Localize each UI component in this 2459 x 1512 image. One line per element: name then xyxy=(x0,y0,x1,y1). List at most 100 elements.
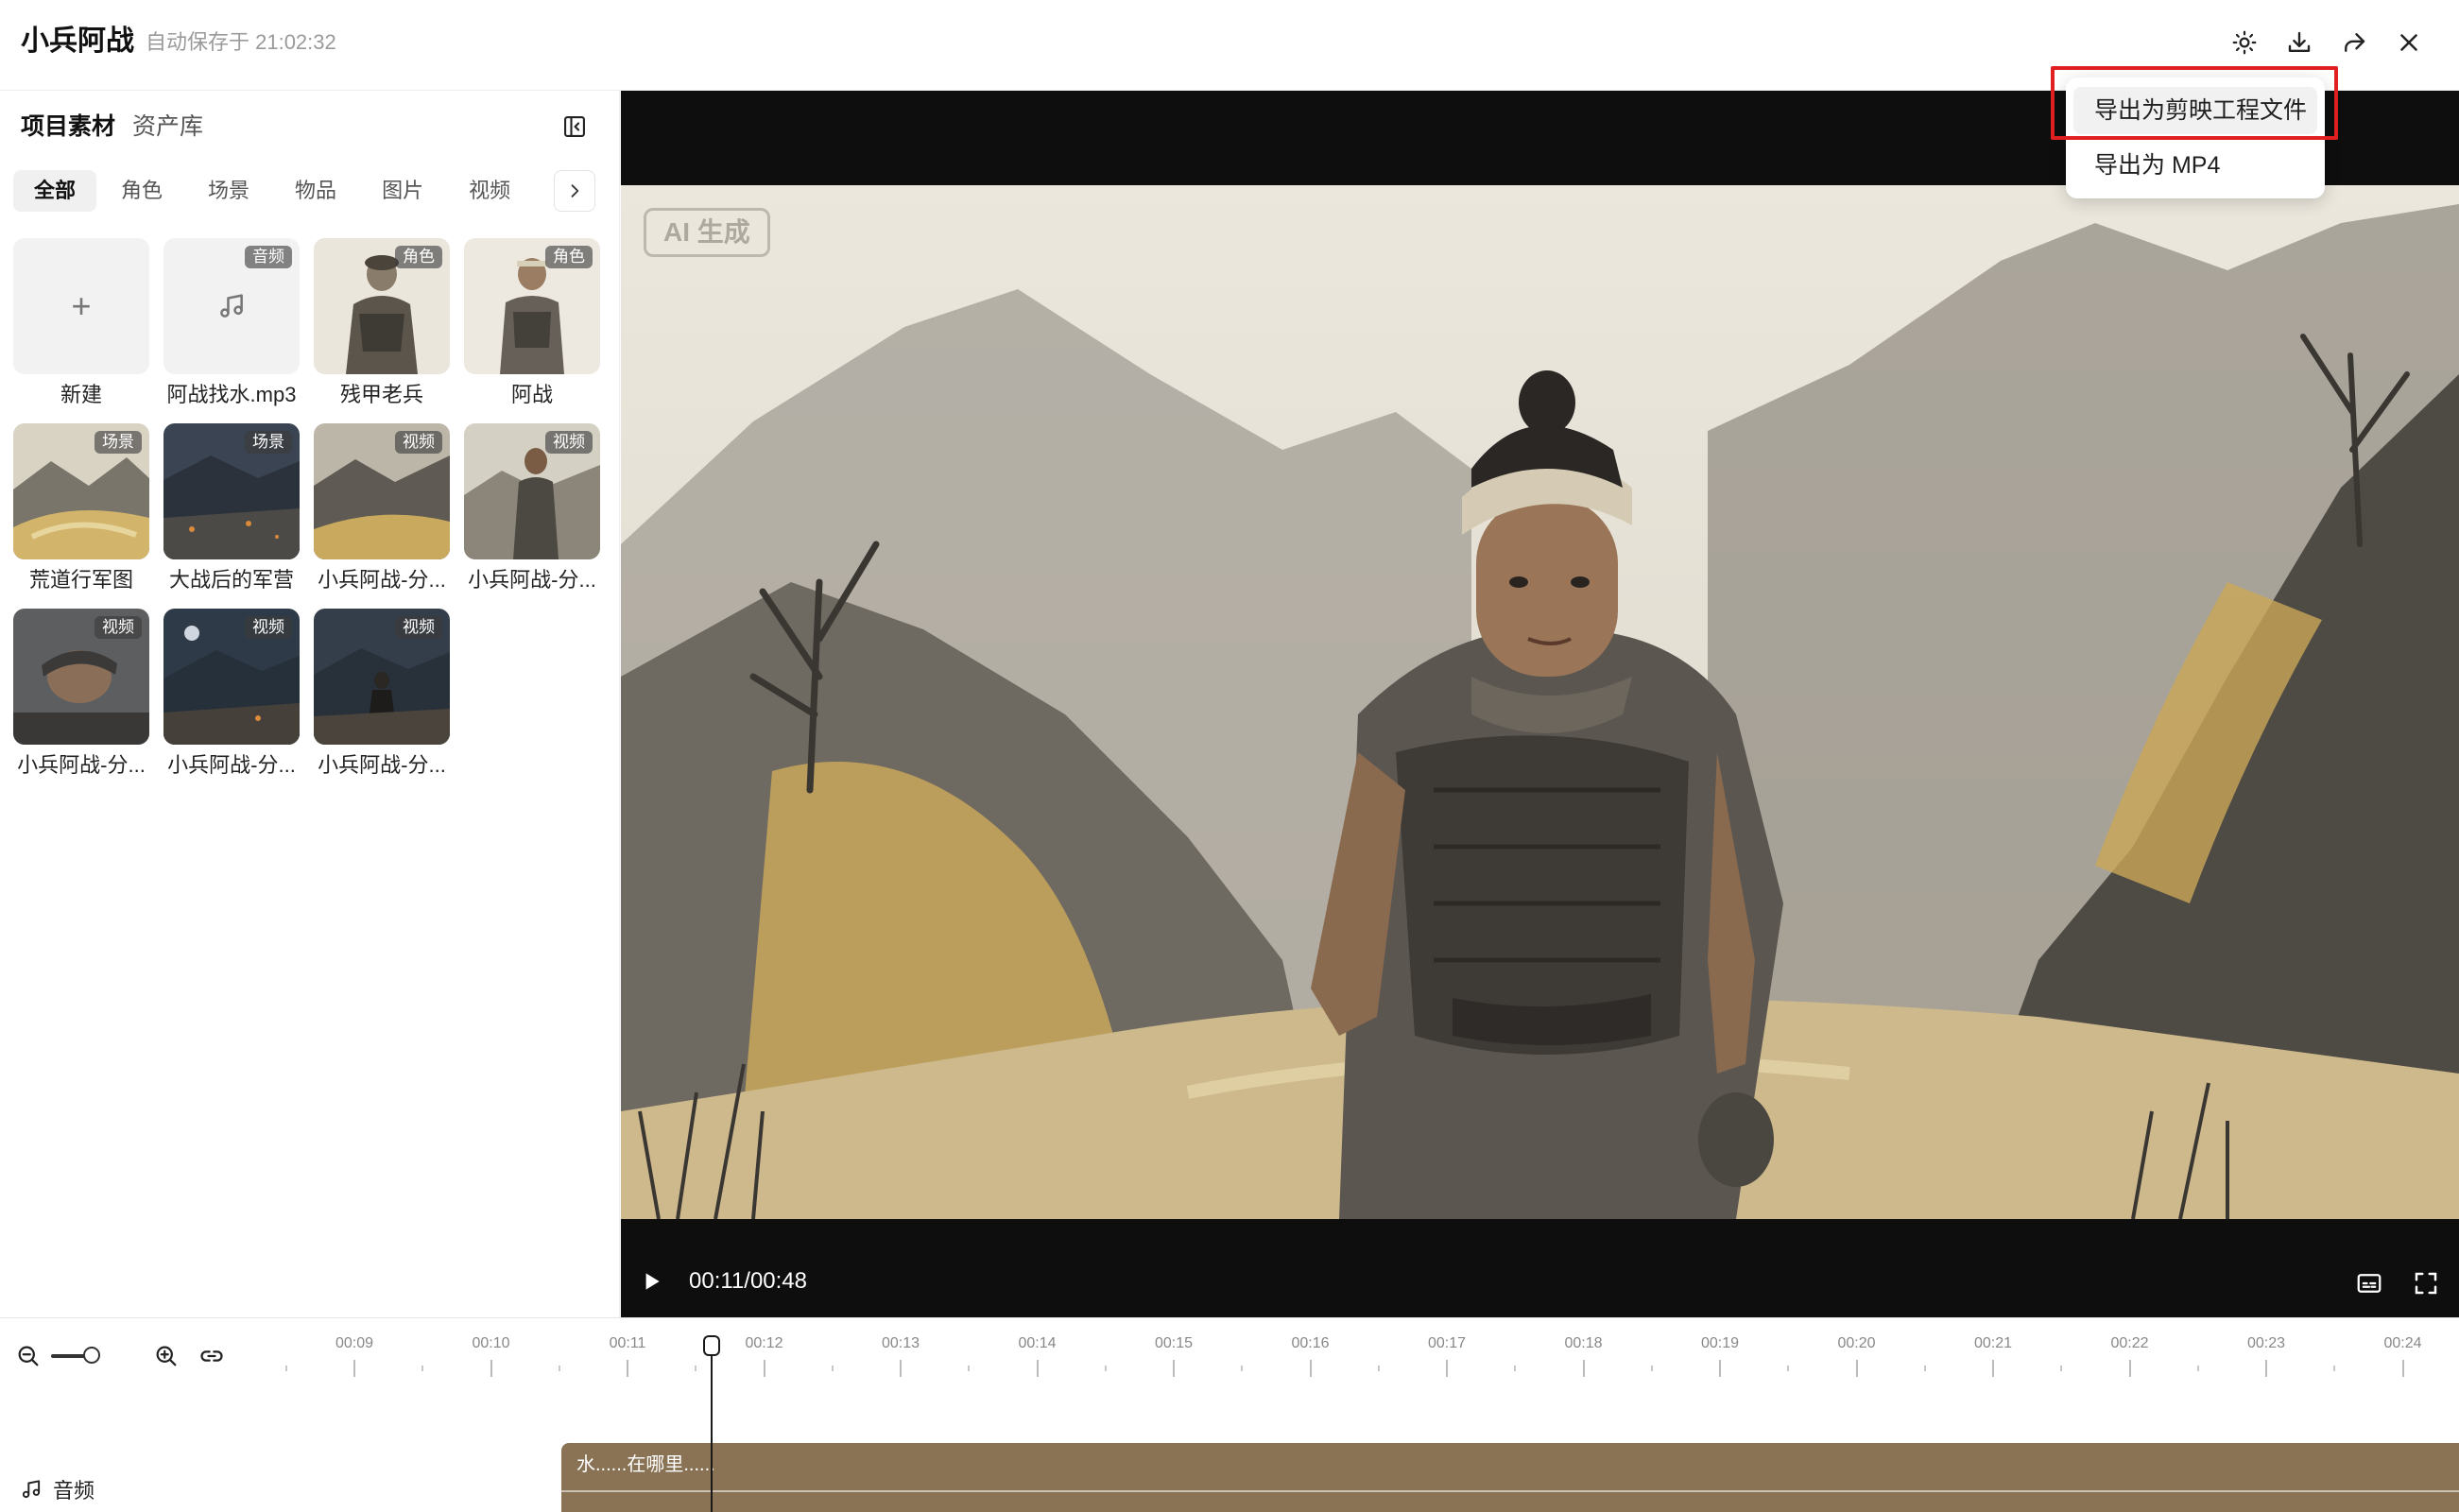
tick-mark xyxy=(1582,1360,1585,1377)
asset-label: 阿战 xyxy=(510,383,553,406)
asset-thumb: 视频 xyxy=(13,609,149,745)
tick-label: 00:10 xyxy=(472,1335,510,1351)
tick-label: 00:20 xyxy=(1837,1335,1876,1351)
asset-badge: 角色 xyxy=(395,246,442,268)
tick-mark xyxy=(763,1360,765,1377)
tick-label: 00:14 xyxy=(1018,1335,1057,1351)
asset-label: 小兵阿战-分... xyxy=(318,753,446,777)
link-icon[interactable] xyxy=(195,1339,229,1373)
video-frame[interactable]: AI 生成 xyxy=(621,185,2459,1219)
share-icon[interactable] xyxy=(2334,23,2374,62)
filter-character[interactable]: 角色 xyxy=(100,170,183,212)
tick-mark-minor xyxy=(1377,1366,1380,1371)
tick-label: 00:23 xyxy=(2246,1335,2286,1351)
tab-asset-library[interactable]: 资产库 xyxy=(132,108,203,146)
asset-label: 荒道行军图 xyxy=(28,568,133,592)
asset-label: 残甲老兵 xyxy=(339,383,423,406)
tick-mark xyxy=(627,1360,628,1377)
audio-clip-text: 水......在哪里...... xyxy=(576,1454,715,1475)
filter-all[interactable]: 全部 xyxy=(13,170,97,212)
asset-tile[interactable]: 场景 大战后的军营 xyxy=(163,423,300,593)
subtitles-icon[interactable] xyxy=(2350,1264,2388,1302)
asset-label: 大战后的军营 xyxy=(168,568,294,592)
player-controls: 00:11/00:48 xyxy=(621,1219,2459,1317)
export-dropdown: 导出为剪映工程文件 导出为 MP4 xyxy=(2066,77,2325,198)
asset-tile[interactable]: 视频 小兵阿战-分... xyxy=(163,609,300,779)
close-icon[interactable] xyxy=(2389,23,2429,62)
export-mp4-item[interactable]: 导出为 MP4 xyxy=(2073,142,2317,189)
tick-mark xyxy=(2265,1360,2267,1377)
tick-label: 00:17 xyxy=(1427,1335,1467,1351)
asset-badge: 场景 xyxy=(95,431,142,454)
asset-tile[interactable]: 音频 阿战找水.mp3 xyxy=(163,238,300,408)
tick-mark-minor xyxy=(421,1366,424,1371)
project-title: 小兵阿战 xyxy=(21,26,134,57)
asset-panel: 项目素材 资产库 全部 角色 场景 物品 图片 视频 + 新建 音频 阿战找水.… xyxy=(0,91,620,1319)
filter-image[interactable]: 图片 xyxy=(361,170,444,212)
asset-badge: 视频 xyxy=(95,616,142,639)
collapse-panel-icon[interactable] xyxy=(558,110,592,144)
audio-track-label: 音频 xyxy=(53,1479,95,1503)
asset-tile[interactable]: 角色 残甲老兵 xyxy=(314,238,450,408)
chevron-right-icon[interactable] xyxy=(554,170,595,212)
audio-clip[interactable]: 水......在哪里...... xyxy=(561,1443,2459,1512)
zoom-out-icon[interactable] xyxy=(11,1339,45,1373)
asset-tile[interactable]: 视频 小兵阿战-分... xyxy=(13,609,149,779)
playhead-handle[interactable] xyxy=(703,1335,720,1356)
tick-mark xyxy=(1173,1360,1175,1377)
tick-mark-minor xyxy=(2196,1366,2199,1371)
tick-mark xyxy=(1855,1360,1858,1377)
zoom-slider-knob[interactable] xyxy=(83,1347,100,1364)
asset-tile[interactable]: 视频 小兵阿战-分... xyxy=(314,423,450,593)
tick-mark-minor xyxy=(2333,1366,2336,1371)
video-still-image xyxy=(621,185,2459,1219)
fullscreen-icon[interactable] xyxy=(2407,1264,2445,1302)
plus-icon: + xyxy=(71,286,92,325)
tick-mark-minor xyxy=(2060,1366,2063,1371)
tick-mark-minor xyxy=(1787,1366,1790,1371)
zoom-in-icon[interactable] xyxy=(149,1339,183,1373)
tick-label: 00:15 xyxy=(1154,1335,1194,1351)
asset-badge: 角色 xyxy=(545,246,593,268)
download-icon[interactable] xyxy=(2279,23,2319,62)
asset-thumb: 角色 xyxy=(464,238,600,374)
asset-tile[interactable]: 视频 小兵阿战-分... xyxy=(314,609,450,779)
theme-icon[interactable] xyxy=(2225,23,2264,62)
video-player: AI 生成 00:11/00:48 xyxy=(621,91,2459,1317)
autosave-status: 自动保存于 21:02:32 xyxy=(146,30,336,54)
filter-scene[interactable]: 场景 xyxy=(187,170,270,212)
asset-tile[interactable]: 场景 荒道行军图 xyxy=(13,423,149,593)
music-note-icon xyxy=(22,1480,41,1499)
audio-track-header: 音频 xyxy=(19,1475,95,1503)
playhead[interactable] xyxy=(711,1341,713,1512)
tick-mark-minor xyxy=(1241,1366,1244,1371)
new-asset-tile[interactable]: + 新建 xyxy=(13,238,149,408)
tick-mark xyxy=(1719,1360,1721,1377)
asset-badge: 音频 xyxy=(245,246,292,268)
new-asset-thumb: + xyxy=(13,238,149,374)
asset-badge: 视频 xyxy=(545,431,593,454)
asset-grid: + 新建 音频 阿战找水.mp3 角色 残甲老兵 角色 阿战 场景 荒道行军图 … xyxy=(13,238,618,779)
export-jianying-project-item[interactable]: 导出为剪映工程文件 xyxy=(2073,87,2317,134)
tick-label: 00:19 xyxy=(1700,1335,1740,1351)
asset-tile[interactable]: 视频 小兵阿战-分... xyxy=(464,423,600,593)
tick-mark-minor xyxy=(1104,1366,1107,1371)
tab-project-assets[interactable]: 项目素材 xyxy=(21,108,115,146)
tick-mark-minor xyxy=(558,1366,560,1371)
asset-thumb: 视频 xyxy=(314,423,450,559)
tick-mark xyxy=(1992,1360,1994,1377)
filter-item[interactable]: 物品 xyxy=(274,170,357,212)
tick-mark-minor xyxy=(1923,1366,1926,1371)
tick-mark xyxy=(1446,1360,1448,1377)
time-ruler[interactable]: 00:09 00:10 00:11 00:12 00:13 00:14 00:15 00:16… xyxy=(274,1318,2459,1394)
filter-video[interactable]: 视频 xyxy=(448,170,531,212)
filter-chips: 全部 角色 场景 物品 图片 视频 xyxy=(13,170,531,212)
asset-tile[interactable]: 角色 阿战 xyxy=(464,238,600,408)
tick-mark-minor xyxy=(695,1366,697,1371)
asset-label: 阿战找水.mp3 xyxy=(166,383,297,406)
tick-mark xyxy=(900,1360,902,1377)
play-icon[interactable] xyxy=(634,1264,668,1298)
asset-badge: 场景 xyxy=(245,431,292,454)
timecode: 00:11/00:48 xyxy=(689,1268,808,1294)
tick-mark xyxy=(2128,1360,2131,1377)
